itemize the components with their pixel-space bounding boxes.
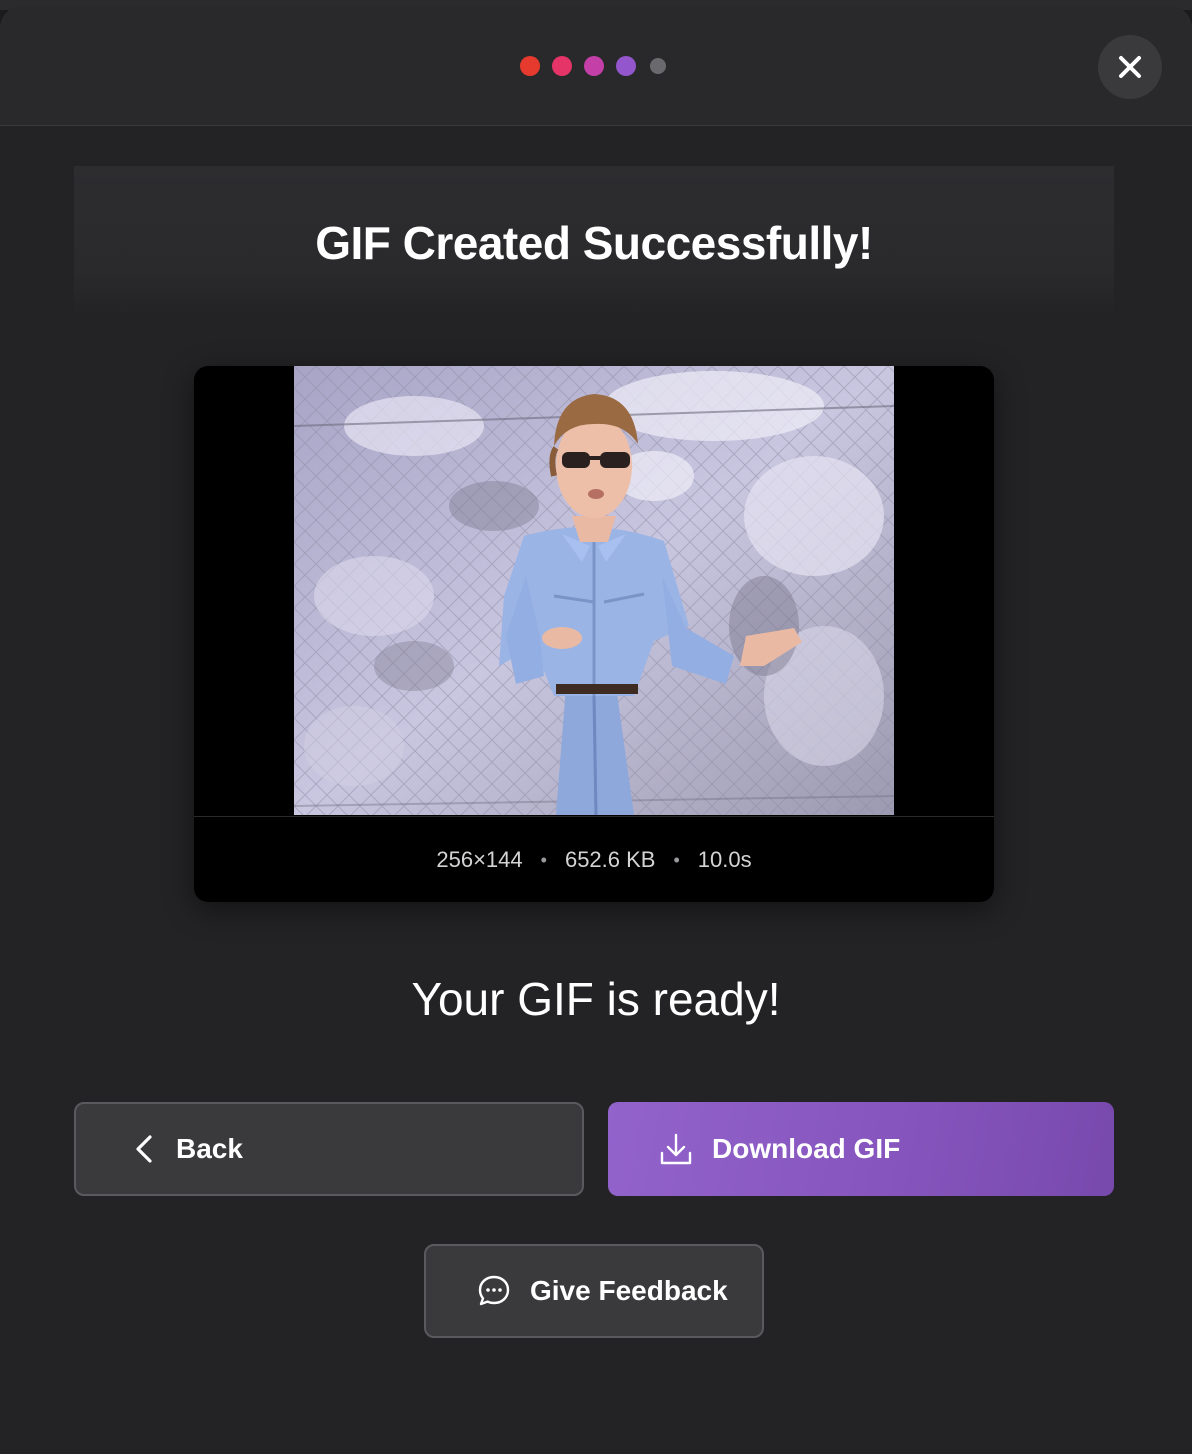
step-dot-2 [552, 56, 572, 76]
gif-preview-card: 256×144 • 652.6 KB • 10.0s [194, 366, 994, 902]
step-dot-4 [616, 56, 636, 76]
gif-metadata-bar: 256×144 • 652.6 KB • 10.0s [194, 816, 994, 902]
step-dot-5 [650, 58, 666, 74]
download-button-label: Download GIF [712, 1133, 901, 1164]
gif-preview-image [294, 366, 894, 815]
modal-header [0, 6, 1192, 126]
page-title: GIF Created Successfully! [315, 217, 873, 269]
download-gif-button[interactable]: Download GIF [608, 1102, 1114, 1196]
meta-separator: • [540, 849, 547, 870]
feedback-button-label: Give Feedback [530, 1275, 728, 1306]
gif-dimensions: 256×144 [436, 847, 523, 872]
meta-separator: • [673, 849, 680, 870]
chat-bubble-icon [478, 1275, 510, 1306]
gif-file-size: 652.6 KB [564, 847, 656, 872]
chevron-left-icon [136, 1135, 152, 1163]
gif-result-modal: GIF Created Successfully! 256×144 • 652.… [0, 6, 1192, 1454]
back-button-label: Back [176, 1133, 243, 1164]
give-feedback-button[interactable]: Give Feedback [424, 1244, 764, 1338]
gif-duration: 10.0s [697, 847, 752, 872]
download-icon [660, 1133, 692, 1165]
back-button[interactable]: Back [74, 1102, 584, 1196]
step-dot-1 [520, 56, 540, 76]
title-section: GIF Created Successfully! [74, 166, 1114, 316]
ready-message: Your GIF is ready! [411, 973, 781, 1025]
step-indicator [520, 56, 666, 76]
step-dot-3 [584, 56, 604, 76]
close-icon [1119, 56, 1141, 78]
close-button[interactable] [1098, 35, 1162, 99]
